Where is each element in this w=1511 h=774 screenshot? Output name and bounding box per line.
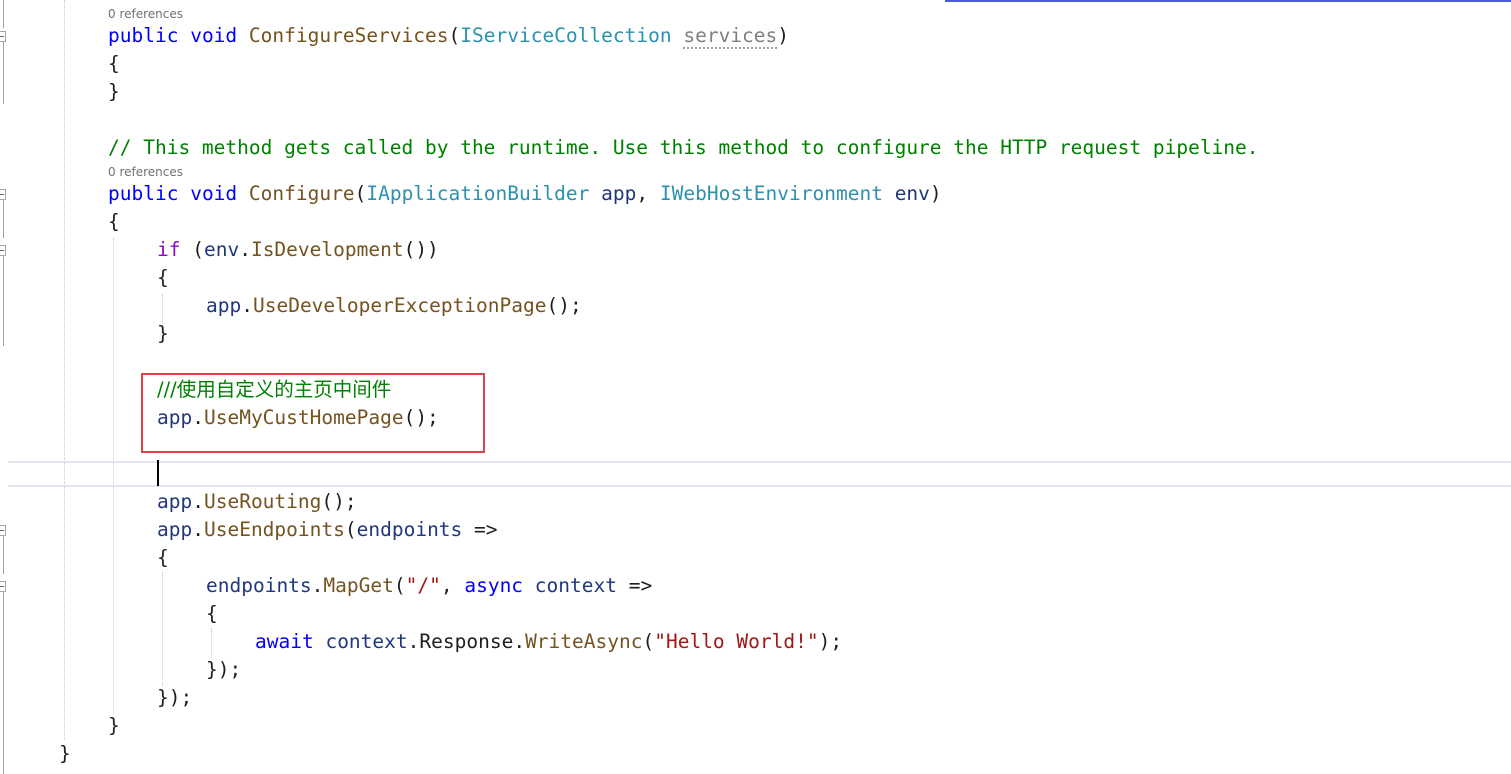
keyword: async: [464, 574, 524, 597]
outlining-margin: [0, 0, 7, 774]
code-line[interactable]: }: [108, 712, 120, 740]
highlight-annotation-box: [141, 373, 485, 453]
code-line-mapget[interactable]: endpoints.MapGet("/", async context =>: [206, 572, 652, 600]
codelens-references[interactable]: 0 references: [108, 6, 183, 22]
method-name: UseDeveloperExceptionPage: [252, 294, 547, 317]
parameter-name: env: [894, 182, 930, 205]
variable: env: [203, 238, 240, 261]
method-name: ConfigureServices: [248, 24, 449, 47]
parameter-name: services: [683, 24, 778, 49]
code-line[interactable]: }: [157, 320, 169, 348]
collapse-icon[interactable]: [0, 525, 6, 536]
collapse-icon[interactable]: [0, 189, 6, 200]
method-name: UseRouting: [203, 490, 322, 513]
indent-guide: [162, 572, 163, 686]
code-line[interactable]: });: [157, 684, 192, 712]
code-line-endpoints[interactable]: app.UseEndpoints(endpoints =>: [157, 516, 498, 544]
code-line[interactable]: {: [108, 50, 120, 78]
method-name: Configure: [248, 182, 355, 205]
parameter-name: context: [534, 574, 617, 597]
indent-guide: [64, 0, 65, 740]
code-line[interactable]: {: [206, 600, 218, 628]
codelens-references[interactable]: 0 references: [108, 164, 183, 180]
string-literal: "Hello World!": [654, 630, 819, 653]
control-keyword: if: [157, 238, 181, 261]
method-name: WriteAsync: [525, 630, 643, 653]
code-line-configure[interactable]: public void Configure(IApplicationBuilde…: [108, 180, 942, 208]
code-line-await[interactable]: await context.Response.WriteAsync("Hello…: [255, 628, 842, 656]
keyword: void: [190, 24, 238, 47]
code-line-configureservices[interactable]: public void ConfigureServices(IServiceCo…: [108, 22, 789, 50]
code-line[interactable]: });: [206, 656, 241, 684]
property-name: Response: [419, 630, 514, 653]
parameter-name: app: [601, 182, 637, 205]
variable: app: [157, 518, 193, 541]
method-name: IsDevelopment: [250, 238, 404, 261]
collapse-icon[interactable]: [0, 245, 6, 256]
keyword: await: [255, 630, 314, 653]
variable: context: [325, 630, 408, 653]
method-name: UseEndpoints: [203, 518, 345, 541]
text-caret: [157, 460, 159, 486]
code-line[interactable]: {: [157, 264, 169, 292]
code-line-dev-page[interactable]: app.UseDeveloperExceptionPage();: [206, 292, 582, 320]
code-line-if[interactable]: if (env.IsDevelopment()): [157, 236, 439, 264]
clipped-previous-line: [945, 0, 1511, 2]
code-line[interactable]: }: [108, 78, 120, 106]
keyword: public: [108, 24, 179, 47]
keyword: void: [190, 182, 238, 205]
collapse-icon[interactable]: [0, 581, 6, 592]
string-literal: "/": [405, 574, 441, 597]
parameter-name: endpoints: [356, 518, 463, 541]
code-line[interactable]: {: [157, 544, 169, 572]
collapse-icon[interactable]: [0, 31, 6, 42]
variable: endpoints: [206, 574, 312, 597]
code-editor[interactable]: 0 references public void ConfigureServic…: [0, 0, 1511, 774]
code-line[interactable]: }: [59, 740, 71, 768]
indent-guide: [211, 628, 212, 658]
code-comment[interactable]: // This method gets called by the runtim…: [108, 134, 1259, 162]
method-name: MapGet: [323, 574, 394, 597]
type-name: IWebHostEnvironment: [659, 182, 883, 205]
type-name: IApplicationBuilder: [366, 182, 590, 205]
variable: app: [157, 490, 193, 513]
keyword: public: [108, 182, 179, 205]
current-line-highlight: [8, 461, 1511, 487]
variable: app: [206, 294, 242, 317]
code-line[interactable]: {: [108, 208, 120, 236]
type-name: IServiceCollection: [460, 24, 672, 47]
code-line-routing[interactable]: app.UseRouting();: [157, 488, 357, 516]
